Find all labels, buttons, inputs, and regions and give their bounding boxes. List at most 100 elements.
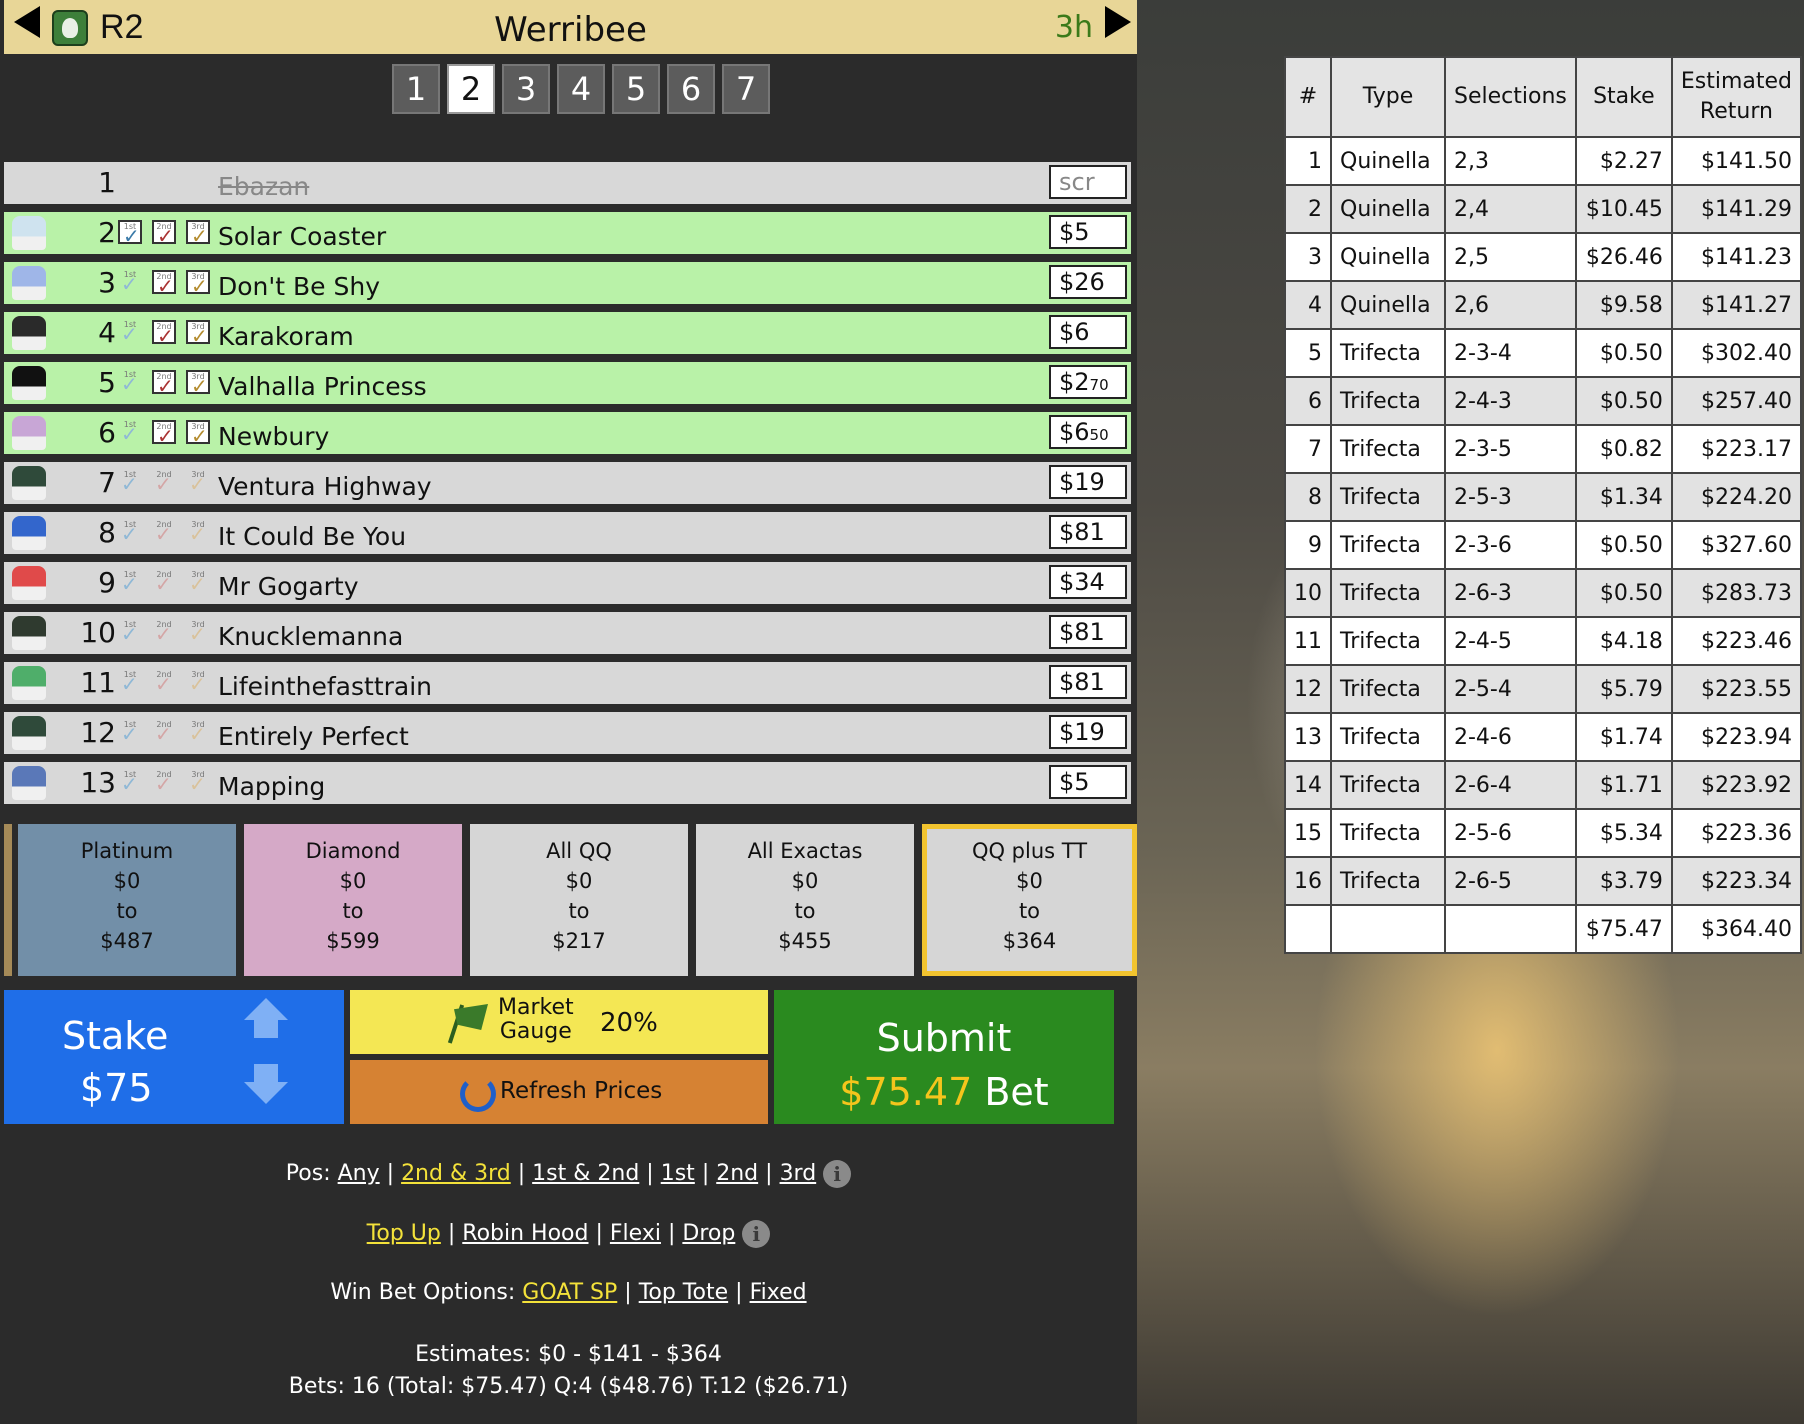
- place-1-checkbox[interactable]: 1st ✓: [118, 470, 142, 495]
- runner-row[interactable]: 5 1st ✓ 2nd ✓ 3rd ✓ Valhalla Princess $270: [4, 362, 1131, 404]
- bet-type-platinum[interactable]: Platinum $0 to $487: [18, 824, 236, 976]
- runner-price[interactable]: $81: [1049, 665, 1127, 699]
- place-3-checkbox[interactable]: 3rd ✓: [186, 720, 210, 745]
- place-1-checkbox[interactable]: 1st ✓: [118, 270, 142, 295]
- race-tab[interactable]: 4: [557, 64, 605, 114]
- place-2-checkbox[interactable]: 2nd ✓: [152, 770, 176, 795]
- option-link[interactable]: 1st & 2nd: [532, 1161, 639, 1186]
- runner-price[interactable]: $6: [1049, 315, 1127, 349]
- place-3-checkbox[interactable]: 3rd ✓: [186, 320, 210, 346]
- bet-type-qq-plus-tt[interactable]: QQ plus TT $0 to $364: [922, 824, 1137, 976]
- option-link[interactable]: GOAT SP: [522, 1280, 617, 1305]
- runner-row[interactable]: 1 Ebazan scr: [4, 162, 1131, 204]
- place-2-checkbox[interactable]: 2nd ✓: [152, 720, 176, 745]
- race-tab[interactable]: 5: [612, 64, 660, 114]
- prev-race-arrow-icon[interactable]: [14, 6, 40, 38]
- race-tab[interactable]: 3: [502, 64, 550, 114]
- runner-row[interactable]: 6 1st ✓ 2nd ✓ 3rd ✓ Newbury $650: [4, 412, 1131, 454]
- runner-row[interactable]: 8 1st ✓ 2nd ✓ 3rd ✓ It Could Be You $81: [4, 512, 1131, 554]
- runner-price[interactable]: $19: [1049, 465, 1127, 499]
- runner-row[interactable]: 3 1st ✓ 2nd ✓ 3rd ✓ Don't Be Shy $26: [4, 262, 1131, 304]
- place-2-checkbox[interactable]: 2nd ✓: [152, 670, 176, 695]
- place-2-checkbox[interactable]: 2nd ✓: [152, 220, 176, 246]
- runner-price[interactable]: $26: [1049, 265, 1127, 299]
- submit-bet-button[interactable]: Submit $75.47 Bet: [774, 990, 1114, 1124]
- place-3-checkbox[interactable]: 3rd ✓: [186, 670, 210, 695]
- runner-row[interactable]: 7 1st ✓ 2nd ✓ 3rd ✓ Ventura Highway $19: [4, 462, 1131, 504]
- runner-row[interactable]: 10 1st ✓ 2nd ✓ 3rd ✓ Knucklemanna $81: [4, 612, 1131, 654]
- runner-price[interactable]: $5: [1049, 215, 1127, 249]
- runner-price[interactable]: $5: [1049, 765, 1127, 799]
- place-3-checkbox[interactable]: 3rd ✓: [186, 270, 210, 296]
- place-2-checkbox[interactable]: 2nd ✓: [152, 270, 176, 296]
- place-2-checkbox[interactable]: 2nd ✓: [152, 370, 176, 396]
- place-1-checkbox[interactable]: 1st ✓: [118, 720, 142, 745]
- place-2-checkbox[interactable]: 2nd ✓: [152, 470, 176, 495]
- runner-row[interactable]: 9 1st ✓ 2nd ✓ 3rd ✓ Mr Gogarty $34: [4, 562, 1131, 604]
- stake-control[interactable]: Stake $75: [4, 990, 344, 1124]
- price-main: $2: [1059, 368, 1090, 396]
- place-3-checkbox[interactable]: 3rd ✓: [186, 520, 210, 545]
- info-icon[interactable]: i: [823, 1160, 852, 1188]
- option-link[interactable]: Top Tote: [639, 1280, 728, 1305]
- place-3-checkbox[interactable]: 3rd ✓: [186, 470, 210, 495]
- place-1-checkbox[interactable]: 1st ✓: [118, 420, 142, 445]
- place-1-checkbox[interactable]: 1st ✓: [118, 670, 142, 695]
- runner-price[interactable]: $19: [1049, 715, 1127, 749]
- runner-row[interactable]: 13 1st ✓ 2nd ✓ 3rd ✓ Mapping $5: [4, 762, 1131, 804]
- place-3-checkbox[interactable]: 3rd ✓: [186, 770, 210, 795]
- runner-price[interactable]: $81: [1049, 615, 1127, 649]
- runner-price[interactable]: scr: [1049, 165, 1127, 199]
- market-gauge-button[interactable]: Market Gauge 20%: [350, 990, 768, 1054]
- place-1-checkbox[interactable]: 1st ✓: [118, 620, 142, 645]
- place-1-checkbox[interactable]: 1st ✓: [118, 370, 142, 395]
- bet-type-diamond[interactable]: Diamond $0 to $599: [244, 824, 462, 976]
- place-2-checkbox[interactable]: 2nd ✓: [152, 520, 176, 545]
- option-link[interactable]: 2nd & 3rd: [401, 1161, 511, 1186]
- race-tab[interactable]: 2: [447, 64, 495, 114]
- option-link[interactable]: Top Up: [367, 1221, 441, 1246]
- place-2-checkbox[interactable]: 2nd ✓: [152, 620, 176, 645]
- runner-row[interactable]: 4 1st ✓ 2nd ✓ 3rd ✓ Karakoram $6: [4, 312, 1131, 354]
- runner-number: 13: [80, 766, 116, 799]
- option-link[interactable]: 2nd: [716, 1161, 758, 1186]
- place-2-checkbox[interactable]: 2nd ✓: [152, 570, 176, 595]
- place-1-checkbox[interactable]: 1st ✓: [118, 770, 142, 795]
- place-1-checkbox[interactable]: 1st ✓: [118, 570, 142, 595]
- place-3-checkbox[interactable]: 3rd ✓: [186, 420, 210, 446]
- market-gauge-line1: Market: [498, 995, 574, 1020]
- place-2-checkbox[interactable]: 2nd ✓: [152, 420, 176, 446]
- place-2-checkbox[interactable]: 2nd ✓: [152, 320, 176, 346]
- option-link[interactable]: Flexi: [610, 1221, 661, 1246]
- info-icon[interactable]: i: [742, 1220, 771, 1248]
- runner-row[interactable]: 2 1st ✓ 2nd ✓ 3rd ✓ Solar Coaster $5: [4, 212, 1131, 254]
- place-3-checkbox[interactable]: 3rd ✓: [186, 570, 210, 595]
- option-link[interactable]: 3rd: [780, 1161, 817, 1186]
- option-link[interactable]: Fixed: [750, 1280, 807, 1305]
- refresh-prices-button[interactable]: Refresh Prices: [350, 1060, 768, 1124]
- place-1-checkbox[interactable]: 1st ✓: [118, 520, 142, 545]
- option-link[interactable]: Robin Hood: [462, 1221, 588, 1246]
- runner-price[interactable]: $650: [1049, 415, 1127, 449]
- stake-up-arrow-icon[interactable]: [244, 998, 288, 1040]
- bet-type-all-exactas[interactable]: All Exactas $0 to $455: [696, 824, 914, 976]
- place-1-checkbox[interactable]: 1st ✓: [118, 320, 142, 345]
- place-3-checkbox[interactable]: 3rd ✓: [186, 620, 210, 645]
- option-link[interactable]: Drop: [682, 1221, 735, 1246]
- race-tab[interactable]: 1: [392, 64, 440, 114]
- place-1-checkbox[interactable]: 1st ✓: [118, 220, 142, 246]
- runner-row[interactable]: 11 1st ✓ 2nd ✓ 3rd ✓ Lifeinthefasttrain $81: [4, 662, 1131, 704]
- stake-down-arrow-icon[interactable]: [244, 1064, 288, 1106]
- option-link[interactable]: 1st: [661, 1161, 695, 1186]
- bet-type-all-qq[interactable]: All QQ $0 to $217: [470, 824, 688, 976]
- place-3-checkbox[interactable]: 3rd ✓: [186, 220, 210, 246]
- runner-price[interactable]: $34: [1049, 565, 1127, 599]
- next-race-arrow-icon[interactable]: [1105, 6, 1131, 38]
- runner-price[interactable]: $81: [1049, 515, 1127, 549]
- race-tab[interactable]: 6: [667, 64, 715, 114]
- option-link[interactable]: Any: [338, 1161, 380, 1186]
- runner-price[interactable]: $270: [1049, 365, 1127, 399]
- race-tab[interactable]: 7: [722, 64, 770, 114]
- runner-row[interactable]: 12 1st ✓ 2nd ✓ 3rd ✓ Entirely Perfect $19: [4, 712, 1131, 754]
- place-3-checkbox[interactable]: 3rd ✓: [186, 370, 210, 396]
